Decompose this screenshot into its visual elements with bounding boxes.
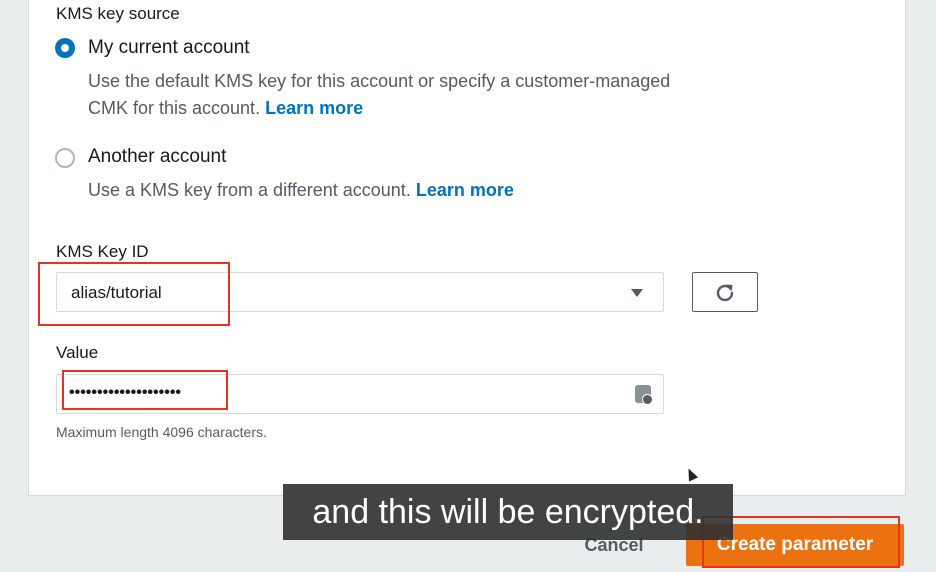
chevron-down-icon (631, 289, 643, 297)
option-title-another-account[interactable]: Another account (88, 146, 226, 168)
value-label: Value (56, 343, 99, 362)
option-title-current-account[interactable]: My current account (88, 37, 250, 59)
learn-more-link[interactable]: Learn more (265, 98, 363, 118)
key-icon[interactable] (635, 385, 653, 405)
video-caption: and this will be encrypted. (283, 484, 733, 540)
option-description-text: Use a KMS key from a different account. (88, 180, 411, 200)
kms-key-id-label: KMS Key ID (56, 242, 149, 261)
option-description-current-account: Use the default KMS key for this account… (88, 68, 678, 122)
highlight-box-value (62, 370, 228, 410)
highlight-box-kms-key (38, 262, 230, 326)
kms-key-source-label: KMS key source (56, 4, 180, 23)
radio-another-account[interactable] (55, 148, 75, 168)
option-description-another-account: Use a KMS key from a different account. … (88, 177, 678, 204)
option-description-text: Use the default KMS key for this account… (88, 71, 671, 118)
value-hint: Maximum length 4096 characters. (56, 424, 267, 440)
learn-more-link[interactable]: Learn more (416, 180, 514, 200)
refresh-icon (713, 276, 737, 306)
radio-my-current-account[interactable] (55, 38, 75, 58)
refresh-button[interactable] (692, 272, 758, 312)
